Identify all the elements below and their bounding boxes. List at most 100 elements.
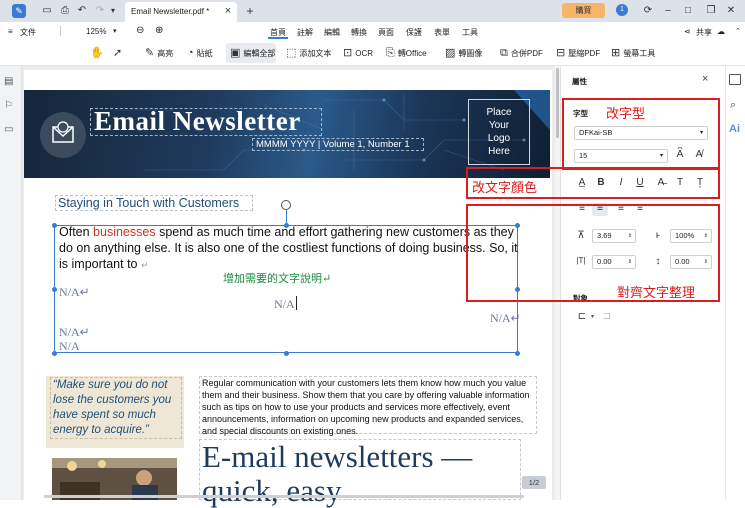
cursor-icon: ➚ xyxy=(113,47,123,59)
share-icon[interactable]: ⋖ xyxy=(684,27,691,36)
resize-handle[interactable] xyxy=(284,351,289,356)
resize-handle[interactable] xyxy=(52,351,57,356)
new-tab-icon[interactable]: + xyxy=(243,4,257,18)
file-menu[interactable]: 文件 xyxy=(20,27,36,38)
ocr-icon: ⊡ xyxy=(343,47,353,59)
resize-handle[interactable] xyxy=(515,351,520,356)
resize-handle[interactable] xyxy=(52,287,57,292)
print-icon[interactable]: ⎙ xyxy=(58,4,72,18)
zoom-dropdown-icon[interactable]: ▾ xyxy=(113,27,117,35)
banner-title[interactable]: Email Newsletter xyxy=(94,106,301,137)
maximize-icon[interactable]: □ xyxy=(681,4,695,18)
banner-subtitle[interactable]: MMMM YYYY | Volume 1, Number 1 xyxy=(256,139,410,150)
merge-pdf-tool[interactable]: ⧉ 合併PDF xyxy=(500,45,543,61)
pull-quote[interactable]: “Make sure you do not lose the customers… xyxy=(53,378,183,438)
section-heading[interactable]: Staying in Touch with Customers xyxy=(58,196,239,210)
screen-icon: ⊞ xyxy=(611,47,621,59)
edit-all-tool[interactable]: ▣ 編輯全部 xyxy=(230,45,275,61)
placeholder-text: N/A xyxy=(59,339,80,353)
screen-tool[interactable]: ⊞ 螢幕工具 xyxy=(611,45,655,61)
zoom-out-icon[interactable]: ⊖ xyxy=(136,25,144,36)
buy-button[interactable]: 購買 xyxy=(562,3,605,18)
thumbnail-icon[interactable]: ▤ xyxy=(4,76,17,89)
big-heading-line: E-mail newsletters — xyxy=(202,439,473,474)
body-paragraph[interactable]: Often businesses spend as much time and … xyxy=(59,224,519,273)
add-text-icon: ⬚ xyxy=(286,47,297,59)
font-annotation-label: 改字型 xyxy=(606,106,646,121)
compress-pdf-tool[interactable]: ⊟ 壓縮PDF xyxy=(556,45,600,61)
menu-form[interactable]: 表單 xyxy=(434,27,450,38)
rotate-handle-icon[interactable] xyxy=(281,200,291,210)
menu-protect[interactable]: 保護 xyxy=(406,27,422,38)
color-annotation-label: 改文字顏色 xyxy=(472,180,538,195)
paragraph-mark: ↵ xyxy=(141,260,149,270)
envelope-icon xyxy=(40,112,86,158)
inserted-note[interactable]: 增加需要的文字說明↵ xyxy=(223,270,331,286)
scroll-thumb[interactable] xyxy=(556,68,559,138)
history-dropdown-icon[interactable]: ▾ xyxy=(106,4,120,18)
restore-icon[interactable]: ❐ xyxy=(704,4,718,18)
close-window-icon[interactable]: ✕ xyxy=(724,4,738,18)
screen-tool-label: 螢幕工具 xyxy=(623,48,656,58)
panel-title: 屬性 xyxy=(572,77,587,86)
second-paragraph[interactable]: Regular communication with your customer… xyxy=(202,377,536,437)
to-image-label: 轉圖像 xyxy=(458,48,483,58)
to-office-label: 轉Office xyxy=(397,48,427,58)
horizontal-scrollbar[interactable] xyxy=(44,495,524,498)
minimize-icon[interactable]: – xyxy=(661,4,675,18)
properties-toggle-icon[interactable] xyxy=(729,74,741,85)
logo-line: Place xyxy=(486,107,512,118)
hand-tool[interactable]: ✋ xyxy=(90,45,104,61)
to-image-tool[interactable]: ▨ 轉圖像 xyxy=(445,45,482,61)
edit-all-icon: ▣ xyxy=(230,47,241,59)
compress-pdf-label: 壓縮PDF xyxy=(568,48,601,58)
notification-badge[interactable]: 1 xyxy=(616,4,628,16)
ocr-tool[interactable]: ⊡ OCR xyxy=(343,45,373,61)
undo-icon[interactable]: ↶ xyxy=(75,4,89,18)
hamburger-icon[interactable]: ≡ xyxy=(8,27,13,36)
folder-icon[interactable]: ▭ xyxy=(40,4,54,18)
menu-page[interactable]: 頁面 xyxy=(378,27,394,38)
menu-convert[interactable]: 轉換 xyxy=(351,27,367,38)
placeholder-text: N/A↵ xyxy=(490,311,521,325)
menu-tools[interactable]: 工具 xyxy=(462,27,478,38)
ai-assistant-icon[interactable]: Ai xyxy=(729,123,740,135)
bookmark-icon[interactable]: ⚐ xyxy=(4,100,17,113)
office-photo xyxy=(52,458,177,500)
to-office-tool[interactable]: ⎘ 轉Office xyxy=(386,45,427,61)
distribute-icon[interactable]: ⊐ xyxy=(601,311,613,322)
logo-line: Your xyxy=(488,120,510,131)
zoom-in-icon[interactable]: ⊕ xyxy=(155,25,163,36)
big-heading-line: quick, easy xyxy=(202,473,342,508)
menu-comment[interactable]: 註解 xyxy=(297,27,313,38)
align-annotation-label: 對齊文字整理 xyxy=(617,285,696,300)
comment-icon[interactable]: ▭ xyxy=(4,124,17,137)
refresh-icon[interactable]: ⟳ xyxy=(641,4,655,18)
close-tab-icon[interactable]: × xyxy=(221,4,235,18)
merge-icon: ⧉ xyxy=(500,47,508,59)
menu-edit[interactable]: 編輯 xyxy=(324,27,340,38)
tab-title: Email Newsletter.pdf * xyxy=(131,7,210,16)
search-icon[interactable]: ⌕ xyxy=(730,99,736,112)
cloud-icon[interactable]: ☁ xyxy=(717,27,725,36)
highlight-tool[interactable]: ✎ 高亮 xyxy=(145,45,173,61)
add-text-tool[interactable]: ⬚ 添加文本 xyxy=(286,45,331,61)
collapse-icon[interactable]: ⌃ xyxy=(735,27,741,35)
sticker-icon: ◔ xyxy=(187,47,194,59)
chevron-down-icon[interactable]: ▾ xyxy=(591,313,594,320)
share-button[interactable]: 共享 xyxy=(696,27,712,38)
add-text-label: 添加文本 xyxy=(299,48,332,58)
zoom-value[interactable]: 125% xyxy=(86,27,106,36)
logo-line: Logo xyxy=(487,133,511,144)
resize-handle[interactable] xyxy=(52,223,57,228)
object-align-icon[interactable]: ⊏ xyxy=(576,311,588,322)
placeholder-text: N/A↵ xyxy=(59,325,90,339)
highlighted-word: businesses xyxy=(93,225,156,239)
close-panel-icon[interactable]: × xyxy=(702,73,708,85)
logo-placeholder[interactable]: Place Your Logo Here xyxy=(468,99,530,165)
merge-pdf-label: 合併PDF xyxy=(510,48,543,58)
sticker-tool[interactable]: ◔ 貼紙 xyxy=(187,45,213,61)
redo-icon[interactable]: ↷ xyxy=(93,4,107,18)
app-logo-icon: ✎ xyxy=(12,4,26,18)
select-tool[interactable]: ➚ xyxy=(113,45,122,61)
